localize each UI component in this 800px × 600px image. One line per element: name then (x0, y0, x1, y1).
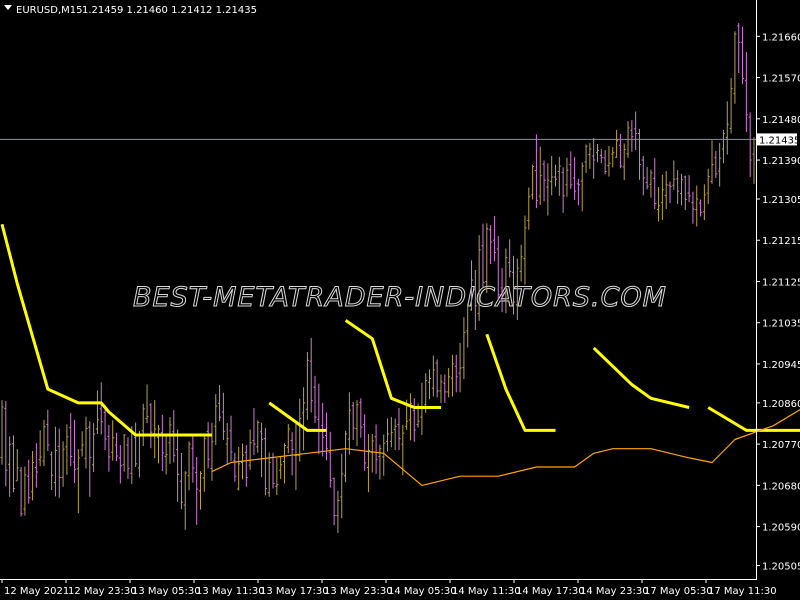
y-tick-label: 1.20945 (762, 360, 800, 371)
x-tick-label: 12 May 2021 (4, 586, 69, 597)
y-tick-label: 1.21125 (762, 277, 800, 288)
y-tick-label: 1.21215 (762, 236, 800, 247)
y-tick-label: 1.20590 (762, 523, 800, 534)
x-tick-label: 13 May 17:30 (260, 586, 329, 597)
y-tick-label: 1.21480 (762, 115, 800, 126)
x-tick-label: 12 May 23:30 (68, 586, 137, 597)
current-price-label: 1.21435 (757, 133, 800, 146)
y-tick-label: 1.21305 (762, 195, 800, 206)
y-tick-label: 1.20505 (762, 562, 800, 573)
y-tick-label: 1.20860 (762, 399, 800, 410)
y-tick-label: 1.21035 (762, 319, 800, 330)
svg-text:1.21435: 1.21435 (759, 135, 800, 146)
x-tick-label: 14 May 11:30 (452, 586, 521, 597)
x-tick-label: 13 May 23:30 (324, 586, 393, 597)
price-chart[interactable]: BEST-METATRADER-INDICATORS.COM 1.21660 1.… (0, 0, 800, 600)
x-tick-label: 13 May 05:30 (132, 586, 201, 597)
quote-values: 1.21459 1.21460 1.21412 1.21435 (82, 5, 257, 16)
y-tick-label: 1.21660 (762, 32, 800, 43)
watermark-text: BEST-METATRADER-INDICATORS.COM (133, 282, 667, 313)
x-tick-label: 13 May 11:30 (196, 586, 265, 597)
symbol-label: EURUSD,M15 (16, 5, 82, 16)
x-tick-label: 17 May 05:30 (644, 586, 713, 597)
y-tick-label: 1.21390 (762, 156, 800, 167)
y-tick-label: 1.20770 (762, 440, 800, 451)
x-tick-label: 14 May 23:30 (580, 586, 649, 597)
y-tick-label: 1.20680 (762, 481, 800, 492)
y-tick-label: 1.21570 (762, 74, 800, 85)
x-tick-label: 14 May 05:30 (388, 586, 457, 597)
x-tick-label: 17 May 11:30 (708, 586, 777, 597)
x-tick-label: 14 May 17:30 (516, 586, 585, 597)
